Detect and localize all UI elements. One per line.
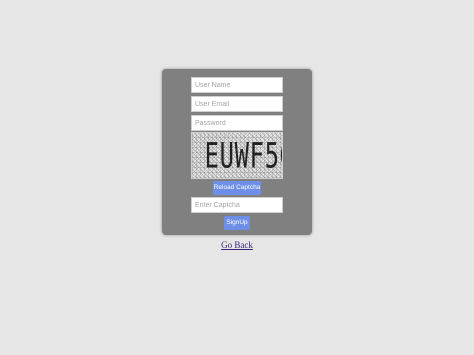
- username-input[interactable]: [191, 77, 283, 93]
- go-back-container: Go Back: [0, 240, 474, 250]
- password-input[interactable]: [191, 115, 283, 131]
- captcha-image: EUWF5G: [191, 132, 283, 179]
- captcha-input[interactable]: [191, 197, 283, 213]
- captcha-text: EUWF5G: [204, 134, 282, 176]
- signup-button[interactable]: SignUp: [224, 216, 250, 230]
- email-input[interactable]: [191, 96, 283, 112]
- signup-page: EUWF5G Reload Captcha SignUp Go Back: [0, 0, 474, 355]
- go-back-link[interactable]: Go Back: [221, 240, 253, 250]
- reload-captcha-button[interactable]: Reload Captcha: [213, 181, 261, 195]
- signup-card: EUWF5G Reload Captcha SignUp: [162, 69, 312, 235]
